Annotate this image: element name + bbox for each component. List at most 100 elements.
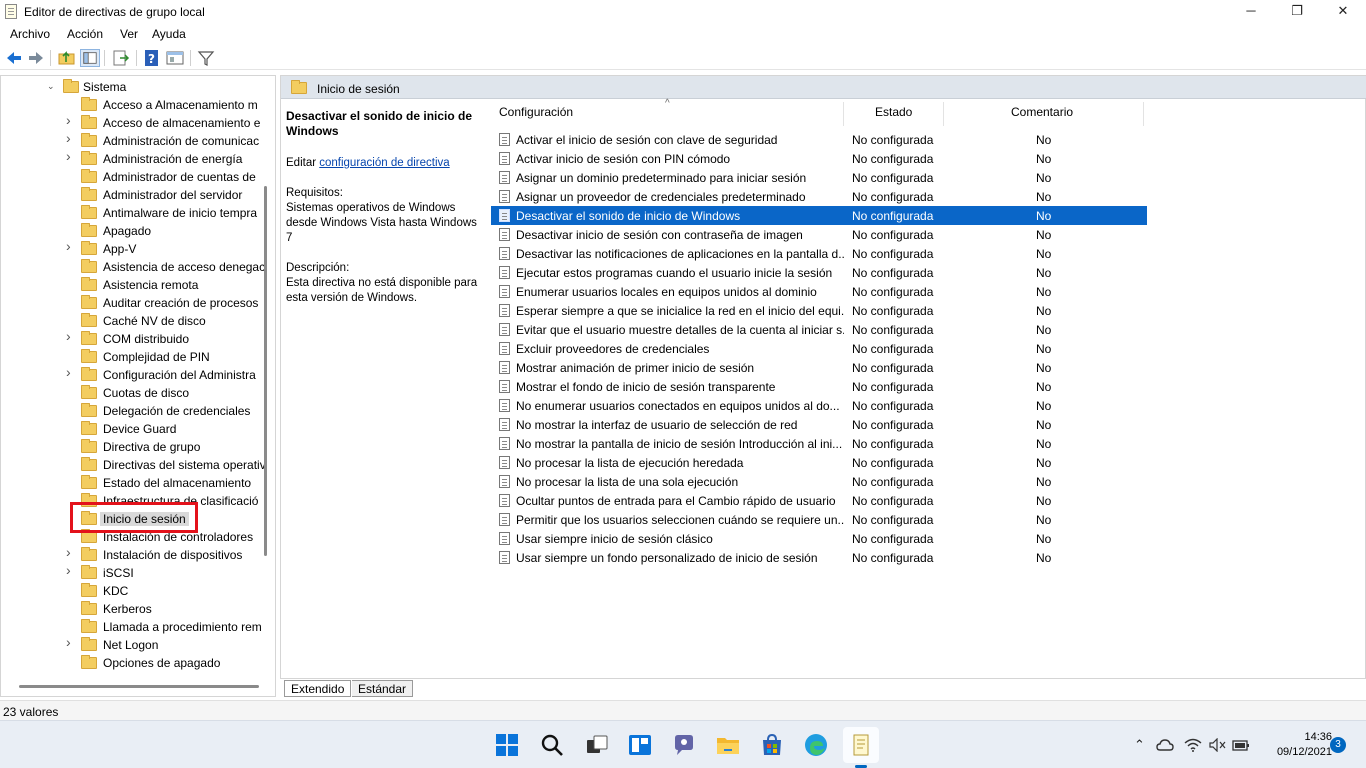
column-header-config[interactable]: Configuración (499, 105, 573, 127)
tree-item[interactable]: Directivas del sistema operativ (1, 456, 266, 474)
forward-arrow-icon[interactable] (26, 49, 46, 67)
chat-icon[interactable] (672, 733, 696, 757)
tree-item[interactable]: › Administración de energía (1, 149, 263, 168)
maximize-button[interactable]: ❐ (1274, 0, 1320, 24)
tree-item[interactable]: Opciones de apagado (1, 654, 263, 672)
tree-item[interactable]: Caché NV de disco (1, 312, 263, 330)
chevron-right-icon[interactable]: › (66, 149, 76, 163)
policy-row[interactable]: No enumerar usuarios conectados en equip… (491, 396, 1147, 415)
tree-item[interactable]: Acceso a Almacenamiento m (1, 96, 263, 114)
tree-item[interactable]: Directiva de grupo (1, 438, 263, 456)
battery-icon[interactable] (1232, 738, 1250, 752)
policy-row[interactable]: Asignar un dominio predeterminado para i… (491, 168, 1147, 187)
policy-row[interactable]: Ocultar puntos de entrada para el Cambio… (491, 491, 1147, 510)
policy-row[interactable]: Excluir proveedores de credenciales No co… (491, 339, 1147, 358)
tree-item[interactable]: Llamada a procedimiento rem (1, 618, 263, 636)
tree-item[interactable]: Delegación de credenciales (1, 402, 263, 420)
tree-item[interactable]: Complejidad de PIN (1, 348, 263, 366)
properties-icon[interactable] (165, 49, 185, 67)
tree-item[interactable]: Antimalware de inicio tempra (1, 204, 263, 222)
notification-badge[interactable]: 3 (1330, 737, 1346, 753)
tree-vertical-scrollbar[interactable] (264, 186, 267, 556)
chevron-right-icon[interactable]: › (66, 131, 76, 145)
column-divider[interactable] (843, 102, 844, 126)
help-icon[interactable]: ? (142, 49, 162, 67)
column-divider[interactable] (1143, 102, 1144, 126)
wifi-icon[interactable] (1184, 738, 1202, 752)
tree-item[interactable]: Estado del almacenamiento (1, 474, 263, 492)
column-header-comment[interactable]: Comentario (1011, 105, 1073, 127)
edge-browser-icon[interactable] (804, 733, 828, 757)
tree-item[interactable]: › App-V (1, 239, 263, 258)
menu-accion[interactable]: Acción (67, 27, 103, 41)
tree-item[interactable]: › Configuración del Administra (1, 365, 263, 384)
tree-item[interactable]: Administrador del servidor (1, 186, 263, 204)
policy-row[interactable]: Usar siempre inicio de sesión clásico No … (491, 529, 1147, 548)
search-icon[interactable] (540, 733, 564, 757)
tree-item[interactable]: › Administración de comunicac (1, 131, 263, 150)
menu-ayuda[interactable]: Ayuda (152, 27, 186, 41)
task-view-icon[interactable] (585, 733, 609, 757)
policy-row[interactable]: Activar inicio de sesión con PIN cómodo N… (491, 149, 1147, 168)
tree-item-sistema[interactable]: ⌄ Sistema (1, 78, 263, 96)
edit-policy-link[interactable]: configuración de directiva (319, 157, 449, 169)
column-header-state[interactable]: Estado (875, 105, 912, 127)
file-explorer-icon[interactable] (716, 733, 740, 757)
chevron-right-icon[interactable]: › (66, 545, 76, 559)
tab-estandar[interactable]: Estándar (352, 680, 414, 697)
policy-row[interactable]: No mostrar la interfaz de usuario de sel… (491, 415, 1147, 434)
up-folder-icon[interactable] (57, 49, 77, 67)
policy-row[interactable]: Enumerar usuarios locales en equipos uni… (491, 282, 1147, 301)
tree-item[interactable]: Device Guard (1, 420, 263, 438)
policy-row[interactable]: Mostrar animación de primer inicio de se… (491, 358, 1147, 377)
policy-row[interactable]: Esperar siempre a que se inicialice la r… (491, 301, 1147, 320)
menu-ver[interactable]: Ver (120, 27, 138, 41)
chevron-right-icon[interactable]: › (66, 563, 76, 577)
chevron-up-icon[interactable]: ⌃ (1134, 737, 1145, 753)
show-hide-tree-icon[interactable] (80, 49, 100, 67)
chevron-right-icon[interactable]: › (66, 329, 76, 343)
back-arrow-icon[interactable] (4, 49, 24, 67)
tree-item[interactable]: Administrador de cuentas de (1, 168, 263, 186)
chevron-right-icon[interactable]: › (66, 365, 76, 379)
tree-item[interactable]: › Instalación de dispositivos (1, 545, 263, 564)
policy-row[interactable]: Usar siempre un fondo personalizado de i… (491, 548, 1147, 567)
filter-icon[interactable] (196, 49, 216, 67)
tree-item[interactable]: KDC (1, 582, 263, 600)
chevron-down-icon[interactable]: ⌄ (47, 80, 57, 92)
policy-row[interactable]: Permitir que los usuarios seleccionen cu… (491, 510, 1147, 529)
policy-row[interactable]: Evitar que el usuario muestre detalles d… (491, 320, 1147, 339)
tree-item[interactable]: Cuotas de disco (1, 384, 263, 402)
policy-row[interactable]: Asignar un proveedor de credenciales pre… (491, 187, 1147, 206)
tree-item[interactable]: Asistencia remota (1, 276, 263, 294)
policy-row[interactable]: No procesar la lista de ejecución hereda… (491, 453, 1147, 472)
policy-editor-taskbar-icon[interactable] (849, 733, 873, 757)
microsoft-store-icon[interactable] (760, 733, 784, 757)
policy-row[interactable]: Desactivar el sonido de inicio de Window… (491, 206, 1147, 225)
onedrive-cloud-icon[interactable] (1156, 738, 1174, 752)
tree-item[interactable]: › Net Logon (1, 635, 263, 654)
widgets-icon[interactable] (628, 733, 652, 757)
chevron-right-icon[interactable]: › (66, 113, 76, 127)
system-clock[interactable]: 14:36 09/12/2021 (1276, 730, 1332, 760)
policy-row[interactable]: No mostrar la pantalla de inicio de sesi… (491, 434, 1147, 453)
tree-item[interactable]: Apagado (1, 222, 263, 240)
tree-item[interactable]: › Acceso de almacenamiento e (1, 113, 263, 132)
chevron-right-icon[interactable]: › (66, 239, 76, 253)
tree-item[interactable]: Auditar creación de procesos (1, 294, 263, 312)
policy-row[interactable]: Mostrar el fondo de inicio de sesión tra… (491, 377, 1147, 396)
tree-horizontal-scrollbar[interactable] (19, 685, 259, 688)
tab-extendido[interactable]: Extendido (284, 680, 352, 697)
menu-archivo[interactable]: Archivo (10, 27, 50, 41)
policy-row[interactable]: Desactivar las notificaciones de aplicac… (491, 244, 1147, 263)
tree-item[interactable]: › iSCSI (1, 563, 263, 582)
close-button[interactable]: ✕ (1320, 0, 1366, 24)
tree-item[interactable]: Kerberos (1, 600, 263, 618)
minimize-button[interactable]: ─ (1228, 0, 1274, 24)
policy-row[interactable]: Activar el inicio de sesión con clave de… (491, 130, 1147, 149)
policy-row[interactable]: Ejecutar estos programas cuando el usuar… (491, 263, 1147, 282)
tree-item[interactable]: Asistencia de acceso denegac (1, 258, 265, 276)
tree-item[interactable]: › COM distribuido (1, 329, 263, 348)
volume-muted-icon[interactable] (1208, 738, 1226, 752)
policy-row[interactable]: Desactivar inicio de sesión con contrase… (491, 225, 1147, 244)
